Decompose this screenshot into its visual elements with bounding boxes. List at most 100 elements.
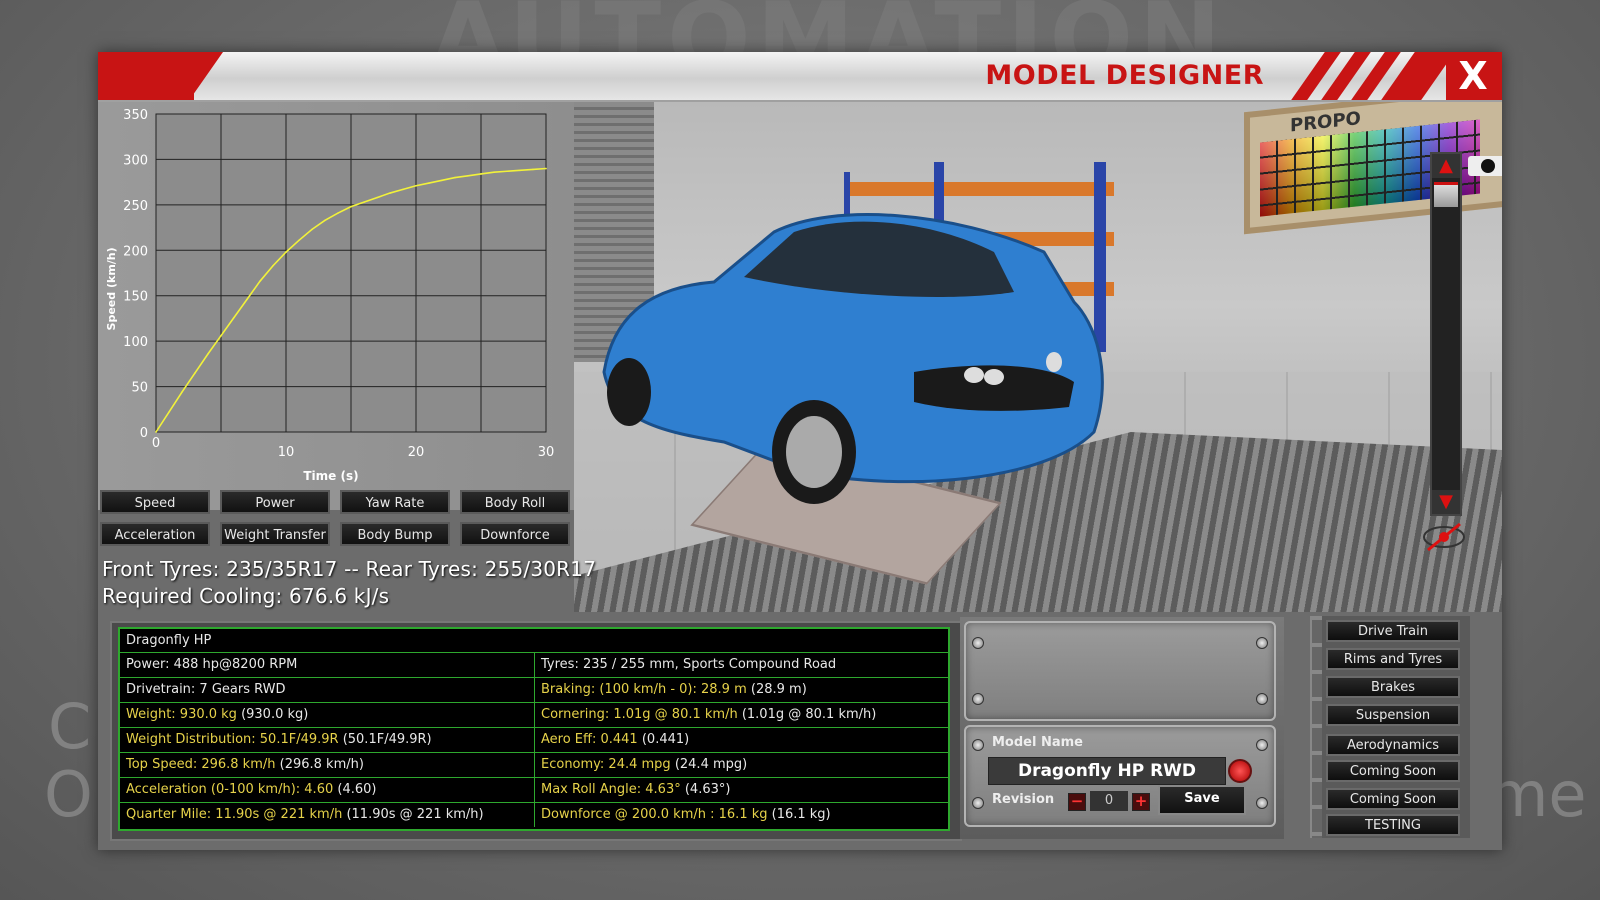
- revision-increment-button[interactable]: +: [1132, 793, 1150, 811]
- graph-weight-transfer-button[interactable]: Weight Transfer: [220, 522, 330, 546]
- data-point: [181, 391, 183, 393]
- stat-value-reference: (50.1F/49.9R): [338, 732, 432, 747]
- data-point: [233, 316, 235, 319]
- data-point: [532, 168, 534, 171]
- data-point: [168, 411, 170, 413]
- menu-drive-train-button[interactable]: Drive Train: [1326, 620, 1460, 642]
- stat-value-reference: (1.01g @ 80.1 km/h): [737, 707, 877, 722]
- performance-chart-panel: 0 50 100 150 200 250 300 350 0 10 20 30 Time (s) Spee…: [98, 102, 574, 510]
- menu-coming-soon-button[interactable]: Coming Soon: [1326, 788, 1460, 810]
- stats-cell-right: Economy: 24.4 mpg (24.4 mpg): [534, 753, 948, 777]
- stat-value-reference: (4.60): [333, 782, 377, 797]
- data-point: [246, 298, 248, 301]
- chevron-down-icon[interactable]: ▼: [1432, 490, 1460, 514]
- stats-cell-left: Acceleration (0-100 km/h): 4.60 (4.60): [120, 778, 534, 802]
- stats-cell-left: Weight: 930.0 kg (930.0 kg): [120, 703, 534, 727]
- eye-crossed-icon[interactable]: [1422, 522, 1466, 558]
- x-tick-label: 10: [278, 445, 295, 460]
- stat-value-reference: (24.4 mpg): [670, 757, 748, 772]
- graph-downforce-button[interactable]: Downforce: [460, 522, 570, 546]
- menu-brakes-button[interactable]: Brakes: [1326, 676, 1460, 698]
- data-point: [311, 228, 313, 231]
- stat-value-reference: (11.90s @ 221 km/h): [342, 807, 484, 822]
- data-point: [428, 182, 430, 184]
- stat-value: Cornering: 1.01g @ 80.1 km/h: [541, 707, 738, 722]
- tyres-info: Front Tyres: 235/35R17 -- Rear Tyres: 25…: [102, 557, 597, 581]
- menu-coming-soon-button[interactable]: Coming Soon: [1326, 760, 1460, 782]
- screw: [972, 637, 984, 649]
- screw: [1256, 797, 1268, 809]
- menu-aerodynamics-button[interactable]: Aerodynamics: [1326, 734, 1460, 756]
- stats-cell-left: Power: 488 hp@8200 RPM: [120, 653, 534, 677]
- revision-decrement-button[interactable]: −: [1068, 793, 1086, 811]
- model-name-field[interactable]: Dragonfly HP RWD: [988, 757, 1226, 785]
- y-tick-label: 200: [123, 244, 148, 259]
- stats-title: Dragonfly HP: [120, 629, 948, 653]
- graph-acceleration-button[interactable]: Acceleration: [100, 522, 210, 546]
- clear-name-icon[interactable]: [1228, 759, 1252, 783]
- data-point: [454, 176, 456, 179]
- graph-yaw-rate-button[interactable]: Yaw Rate: [340, 490, 450, 514]
- background-text: me: [1488, 758, 1587, 831]
- graph-speed-button[interactable]: Speed: [100, 490, 210, 514]
- stat-value: Acceleration (0-100 km/h): 4.60: [126, 782, 334, 797]
- model-name-label: Model Name: [992, 735, 1083, 750]
- stat-value: Max Roll Angle: 4.63°: [541, 782, 681, 797]
- data-point: [506, 170, 508, 173]
- x-tick-label: 30: [538, 445, 555, 460]
- screw: [1256, 637, 1268, 649]
- menu-testing-button[interactable]: TESTING: [1326, 814, 1460, 836]
- graph-body-roll-button[interactable]: Body Roll: [460, 490, 570, 514]
- model-name-panel: Model Name Dragonfly HP RWD Revision − 0…: [960, 617, 1284, 839]
- stats-row: Power: 488 hp@8200 RPM Tyres: 235 / 255 m…: [120, 653, 948, 678]
- data-point: [376, 196, 378, 199]
- data-point: [220, 334, 222, 337]
- stat-value-reference: (296.8 km/h): [275, 757, 364, 772]
- stats-cell-left: Top Speed: 296.8 km/h (296.8 km/h): [120, 753, 534, 777]
- menu-suspension-button[interactable]: Suspension: [1326, 704, 1460, 726]
- stats-table: Dragonfly HP Power: 488 hp@8200 RPM Tyres…: [118, 627, 950, 831]
- view-scrollbar[interactable]: ▲ ▼: [1430, 152, 1462, 516]
- stat-value: Economy: 24.4 mpg: [541, 757, 671, 772]
- data-point: [194, 372, 196, 374]
- background-letter: C: [48, 690, 92, 763]
- stats-cell-right: Downforce @ 200.0 km/h : 16.1 kg (16.1 k…: [534, 803, 948, 827]
- stats-cell-right: Cornering: 1.01g @ 80.1 km/h (1.01g @ 80…: [534, 703, 948, 727]
- chevron-up-icon[interactable]: ▲: [1432, 154, 1460, 178]
- y-axis-label: Speed (km/h): [105, 247, 118, 330]
- stats-row: Top Speed: 296.8 km/h (296.8 km/h) Econom…: [120, 753, 948, 778]
- menu-rims-tyres-button[interactable]: Rims and Tyres: [1326, 648, 1460, 670]
- graph-power-button[interactable]: Power: [220, 490, 330, 514]
- x-tick-label: 0: [152, 436, 160, 451]
- data-point: [350, 205, 352, 208]
- stats-row: Acceleration (0-100 km/h): 4.60 (4.60) Ma…: [120, 778, 948, 803]
- stats-cell-left: Weight Distribution: 50.1F/49.9R (50.1F/…: [120, 728, 534, 752]
- cooling-info: Required Cooling: 676.6 kJ/s: [102, 584, 390, 608]
- designer-section-menu: Drive Train Rims and Tyres Brakes Suspen…: [1310, 616, 1470, 838]
- data-point: [298, 239, 300, 242]
- window-title: MODEL DESIGNER: [985, 60, 1264, 91]
- data-point: [480, 173, 482, 175]
- data-point: [519, 169, 521, 172]
- scrollbar-thumb[interactable]: [1434, 182, 1458, 207]
- y-tick-label: 100: [123, 335, 148, 350]
- graph-body-bump-button[interactable]: Body Bump: [340, 522, 450, 546]
- car-3d-viewport[interactable]: PROPO ▲ ▼: [574, 102, 1502, 612]
- data-point: [415, 184, 417, 187]
- save-button[interactable]: Save: [1158, 785, 1246, 815]
- data-point: [467, 174, 469, 177]
- stats-cell-right: Aero Eff: 0.441 (0.441): [534, 728, 948, 752]
- empty-plate: [964, 621, 1276, 721]
- stat-value: Weight Distribution: 50.1F/49.9R: [126, 732, 339, 747]
- data-point: [337, 212, 339, 214]
- screw: [1256, 693, 1268, 705]
- y-tick-label: 150: [123, 290, 148, 305]
- menu-rail: [1312, 616, 1322, 838]
- x-tick-label: 20: [408, 445, 425, 460]
- close-button[interactable]: X: [1454, 56, 1492, 96]
- stats-cell-right: Tyres: 235 / 255 mm, Sports Compound Roa…: [534, 653, 948, 677]
- stats-cell-right: Max Roll Angle: 4.63° (4.63°): [534, 778, 948, 802]
- data-point: [363, 201, 365, 203]
- y-tick-label: 0: [140, 426, 148, 441]
- camera-icon[interactable]: [1466, 152, 1502, 184]
